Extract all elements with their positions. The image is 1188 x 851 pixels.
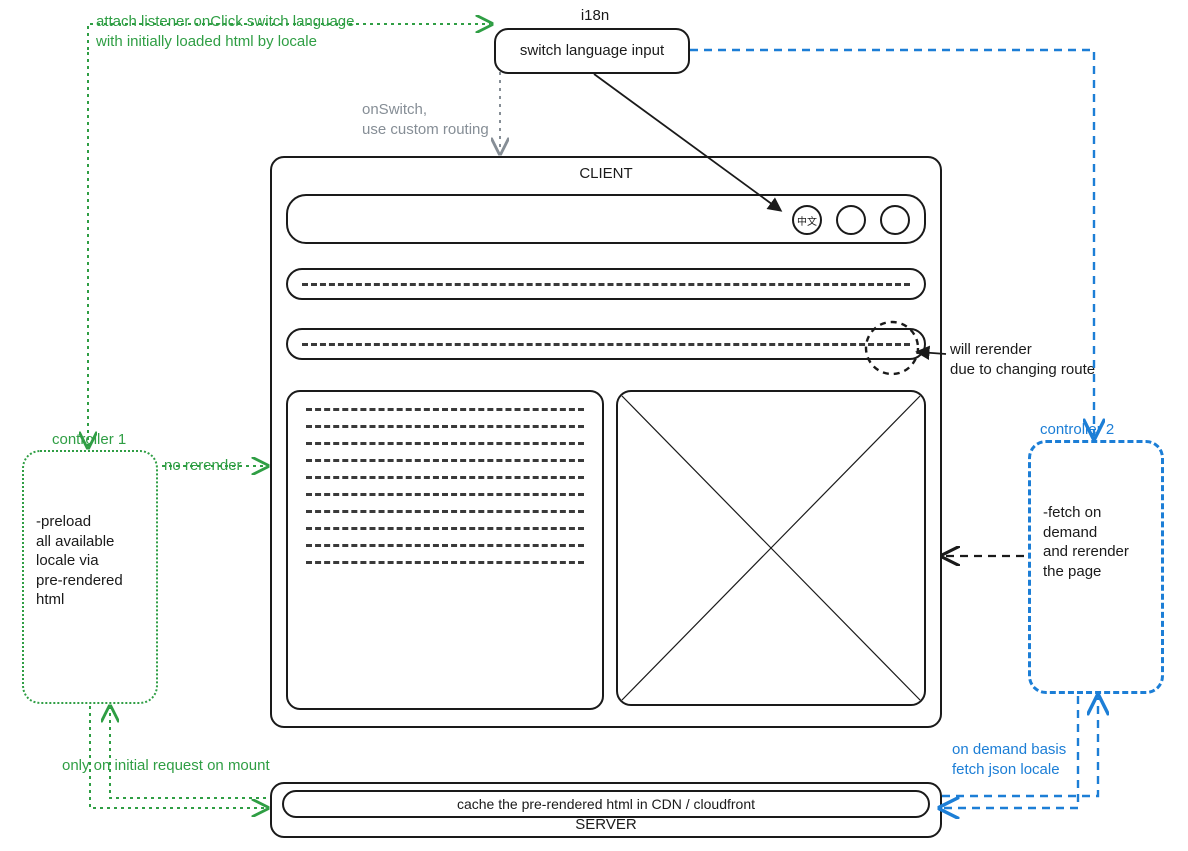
annot-will-rerender: will rerender due to changing route — [950, 340, 1150, 379]
lang-switch-button[interactable]: 中文 — [792, 205, 822, 235]
controller-1-panel: -preload all available locale via pre-re… — [22, 450, 158, 704]
server-title: SERVER — [272, 815, 940, 835]
controller1-title: controller 1 — [52, 430, 172, 450]
annot-only-initial: only on initial request on mount — [62, 756, 362, 776]
server-cache-label: cache the pre-rendered html in CDN / clo… — [457, 795, 755, 813]
switch-language-input-label: switch language input — [520, 41, 664, 61]
client-image-placeholder — [616, 390, 926, 706]
annot-no-rerender: no rerender — [164, 456, 284, 476]
annot-attach-listener: attach listener onClick switch language … — [96, 12, 456, 51]
controller-2-panel: -fetch on demand and rerender the page — [1028, 440, 1164, 694]
client-text-block — [286, 390, 604, 710]
client-row-2 — [286, 328, 926, 360]
conn-server-to-ctrl1 — [110, 708, 266, 798]
server-panel: cache the pre-rendered html in CDN / clo… — [270, 782, 942, 838]
i18n-title: i18n — [555, 6, 635, 26]
lang-switch-button-label: 中文 — [797, 213, 817, 228]
header-circle-3[interactable] — [880, 205, 910, 235]
header-circle-2[interactable] — [836, 205, 866, 235]
controller-1-body: -preload all available locale via pre-re… — [36, 512, 144, 610]
diagram-canvas: { "i18n": { "title": "i18n", "switch_inp… — [0, 0, 1188, 851]
annot-on-switch: onSwitch, use custom routing — [362, 100, 562, 139]
emphasis-circle-icon — [860, 316, 924, 380]
client-title: CLIENT — [272, 164, 940, 184]
annot-on-demand: on demand basis fetch json locale — [952, 740, 1152, 779]
switch-language-input[interactable]: switch language input — [494, 28, 690, 74]
controller2-title: controller 2 — [1040, 420, 1180, 440]
client-panel: CLIENT 中文 — [270, 156, 942, 728]
image-placeholder-icon — [616, 390, 926, 706]
client-header-bar: 中文 — [286, 194, 926, 244]
client-row-1 — [286, 268, 926, 300]
controller-2-body: -fetch on demand and rerender the page — [1043, 503, 1149, 581]
